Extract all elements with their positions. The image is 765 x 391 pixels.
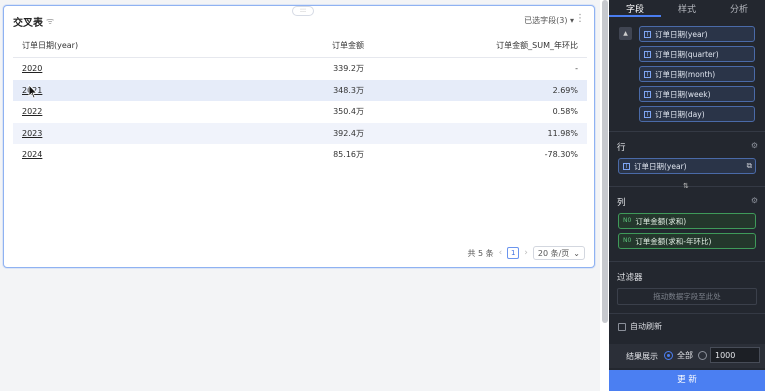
column-header-yoy[interactable]: 订单金额_SUM_年环比 xyxy=(364,40,587,51)
canvas-scrollbar[interactable] xyxy=(602,0,608,323)
mouse-cursor-icon xyxy=(28,84,38,99)
field-label: 订单日期(year) xyxy=(655,29,708,39)
rows-section-label: 行 xyxy=(617,143,626,153)
collapse-hierarchy-icon[interactable]: ▲ xyxy=(619,27,632,40)
measure-type-icon: N0 xyxy=(623,216,632,224)
columns-settings-gear-icon[interactable]: ⚙ xyxy=(751,196,758,205)
divider xyxy=(609,261,765,262)
dimension-type-icon: T xyxy=(623,162,630,170)
column-field-amount-yoy[interactable]: N0 订单金额(求和-年环比) xyxy=(618,233,756,249)
row-year-link[interactable]: 2024 xyxy=(22,150,42,159)
pagination: 共 5 条 ‹ 1 › 20 条/页 ⌄ xyxy=(467,246,585,260)
column-header-date[interactable]: 订单日期(year) xyxy=(13,40,213,51)
field-label: 订单日期(week) xyxy=(655,89,711,99)
divider xyxy=(609,131,765,132)
more-menu-icon[interactable]: ⋮ xyxy=(575,13,585,24)
panel-tabs: 字段 样式 分析 xyxy=(609,0,765,17)
table-header: 订单日期(year) 订单金额 订单金额_SUM_年环比 xyxy=(13,34,587,58)
filter-section-label: 过滤器 xyxy=(617,273,643,283)
filter-drop-zone[interactable]: 拖动数据字段至此处 xyxy=(617,288,757,305)
dimension-type-icon: T xyxy=(644,90,651,98)
update-button[interactable]: 更 新 xyxy=(609,370,765,391)
crosstab-card[interactable]: ::: 交叉表 ᯤ 已选字段(3) ▾ ⋮ 订单日期(year) 订单金额 订单… xyxy=(3,5,595,268)
field-label: 订单日期(quarter) xyxy=(655,49,719,59)
hierarchy-field-week[interactable]: T 订单日期(week) xyxy=(639,86,755,102)
page-size-select[interactable]: 20 条/页 ⌄ xyxy=(532,246,585,260)
result-all-radio[interactable] xyxy=(664,351,673,360)
hierarchy-field-year[interactable]: T 订单日期(year) xyxy=(639,26,755,42)
chevron-down-icon: ⌄ xyxy=(573,248,580,258)
table-row: 2023 392.4万 11.98% xyxy=(13,122,587,144)
table-row: 2020 339.2万 - xyxy=(13,58,587,80)
column-header-amount[interactable]: 订单金额 xyxy=(213,40,364,51)
dimension-type-icon: T xyxy=(644,70,651,78)
result-limit-input[interactable] xyxy=(710,347,760,363)
result-display-bar: 结果展示 全部 xyxy=(609,344,765,368)
rows-settings-gear-icon[interactable]: ⚙ xyxy=(751,141,758,150)
dimension-type-icon: T xyxy=(644,110,651,118)
table-cell: - xyxy=(575,64,578,74)
swap-rows-columns-icon[interactable]: ⇅ xyxy=(683,182,689,190)
next-page-icon[interactable]: › xyxy=(524,248,528,258)
table-cell: 2.69% xyxy=(552,85,578,95)
hierarchy-field-month[interactable]: T 订单日期(month) xyxy=(639,66,755,82)
prev-page-icon[interactable]: ‹ xyxy=(499,248,503,258)
tab-fields[interactable]: 字段 xyxy=(609,0,661,17)
field-label: 订单日期(month) xyxy=(655,69,716,79)
dimension-type-icon: T xyxy=(644,50,651,58)
page-size-label: 20 条/页 xyxy=(537,248,570,258)
result-all-label: 全部 xyxy=(677,351,693,360)
crosstab-table: 订单日期(year) 订单金额 订单金额_SUM_年环比 2020 339.2万… xyxy=(13,34,587,166)
total-count: 共 5 条 xyxy=(467,248,494,258)
field-label: 订单日期(day) xyxy=(655,109,705,119)
hierarchy-field-day[interactable]: T 订单日期(day) xyxy=(639,106,755,122)
config-panel: 字段 样式 分析 ▲ T 订单日期(year) T 订单日期(quarter) … xyxy=(609,0,765,391)
cube-icon[interactable]: ⧉ xyxy=(747,161,752,171)
table-row: 2024 85.16万 -78.30% xyxy=(13,144,587,166)
table-cell: 350.4万 xyxy=(333,107,364,117)
table-row: 2022 350.4万 0.58% xyxy=(13,101,587,123)
auto-refresh-label: 自动刷新 xyxy=(630,322,662,331)
table-cell: 0.58% xyxy=(552,107,578,117)
column-field-amount-sum[interactable]: N0 订单金额(求和) xyxy=(618,213,756,229)
tab-style[interactable]: 样式 xyxy=(661,0,713,15)
measure-type-icon: N0 xyxy=(623,236,632,244)
field-label: 订单金额(求和) xyxy=(635,216,687,226)
columns-section-label: 列 xyxy=(617,198,626,208)
table-cell: 85.16万 xyxy=(333,150,364,160)
field-label: 订单日期(year) xyxy=(634,161,687,171)
table-cell: -78.30% xyxy=(544,150,578,160)
table-cell: 11.98% xyxy=(547,128,578,138)
tab-analysis[interactable]: 分析 xyxy=(713,0,765,15)
row-year-link[interactable]: 2020 xyxy=(22,64,42,73)
drag-handle[interactable]: ::: xyxy=(292,6,314,16)
field-label: 订单金额(求和-年环比) xyxy=(635,236,712,246)
result-display-label: 结果展示 xyxy=(626,352,658,361)
card-title: 交叉表 xyxy=(13,18,43,29)
info-icon[interactable]: ᯤ xyxy=(46,14,54,27)
hierarchy-field-quarter[interactable]: T 订单日期(quarter) xyxy=(639,46,755,62)
table-cell: 392.4万 xyxy=(333,128,364,138)
row-year-link[interactable]: 2023 xyxy=(22,129,42,138)
page-number-button[interactable]: 1 xyxy=(507,247,520,259)
selected-fields-dropdown[interactable]: 已选字段(3) ▾ xyxy=(524,15,574,26)
result-limit-radio[interactable] xyxy=(698,351,707,360)
row-field-year[interactable]: T 订单日期(year) ⧉ xyxy=(618,158,756,174)
dimension-type-icon: T xyxy=(644,30,651,38)
row-year-link[interactable]: 2022 xyxy=(22,107,42,116)
table-cell: 348.3万 xyxy=(333,85,364,95)
report-canvas: ::: 交叉表 ᯤ 已选字段(3) ▾ ⋮ 订单日期(year) 订单金额 订单… xyxy=(0,0,600,391)
divider xyxy=(609,313,765,314)
auto-refresh-checkbox[interactable] xyxy=(618,323,626,331)
table-cell: 339.2万 xyxy=(333,64,364,74)
table-row: 2021 348.3万 2.69% xyxy=(13,79,587,101)
